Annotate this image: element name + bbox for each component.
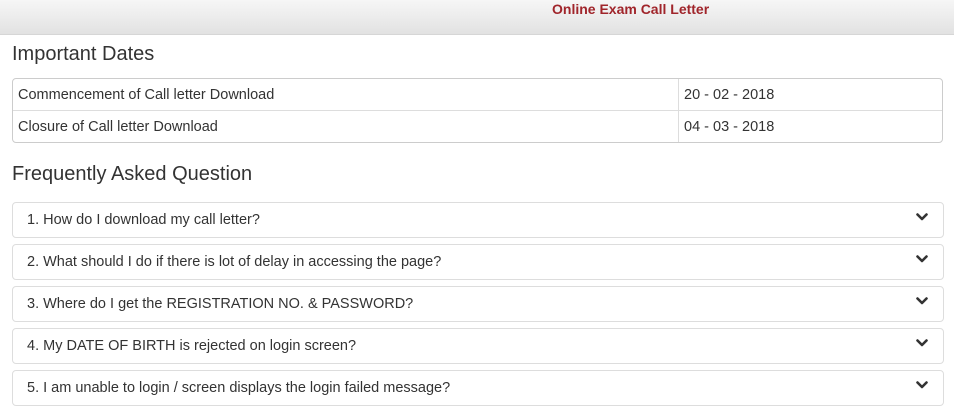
faq-item-2[interactable]: 2. What should I do if there is lot of d… [12, 244, 944, 280]
faq-question: 1. How do I download my call letter? [27, 212, 260, 228]
faq-accordion: 1. How do I download my call letter? 2. … [12, 202, 944, 412]
table-row: Closure of Call letter Download 04 - 03 … [13, 110, 942, 142]
faq-question: 3. Where do I get the REGISTRATION NO. &… [27, 296, 414, 312]
faq-item-4[interactable]: 4. My DATE OF BIRTH is rejected on login… [12, 328, 944, 364]
faq-question: 2. What should I do if there is lot of d… [27, 254, 442, 270]
important-dates-table: Commencement of Call letter Download 20 … [12, 78, 943, 143]
table-row: Commencement of Call letter Download 20 … [13, 79, 942, 110]
faq-item-3[interactable]: 3. Where do I get the REGISTRATION NO. &… [12, 286, 944, 322]
chevron-down-icon[interactable] [916, 338, 928, 348]
faq-heading: Frequently Asked Question [12, 163, 253, 185]
faq-item-1[interactable]: 1. How do I download my call letter? [12, 202, 944, 238]
faq-question: 4. My DATE OF BIRTH is rejected on login… [27, 338, 357, 354]
date-label: Commencement of Call letter Download [18, 86, 275, 103]
date-value: 20 - 02 - 2018 [678, 79, 942, 110]
chevron-down-icon[interactable] [916, 212, 928, 222]
important-dates-heading: Important Dates [12, 43, 155, 65]
date-value: 04 - 03 - 2018 [678, 110, 942, 142]
header-bar: Online Exam Call Letter [0, 0, 954, 35]
page-title: Online Exam Call Letter [552, 1, 710, 17]
faq-question: 5. I am unable to login / screen display… [27, 380, 451, 396]
chevron-down-icon[interactable] [916, 254, 928, 264]
date-label: Closure of Call letter Download [13, 110, 678, 142]
chevron-down-icon[interactable] [916, 296, 928, 306]
chevron-down-icon[interactable] [916, 380, 928, 390]
faq-item-5[interactable]: 5. I am unable to login / screen display… [12, 370, 944, 406]
